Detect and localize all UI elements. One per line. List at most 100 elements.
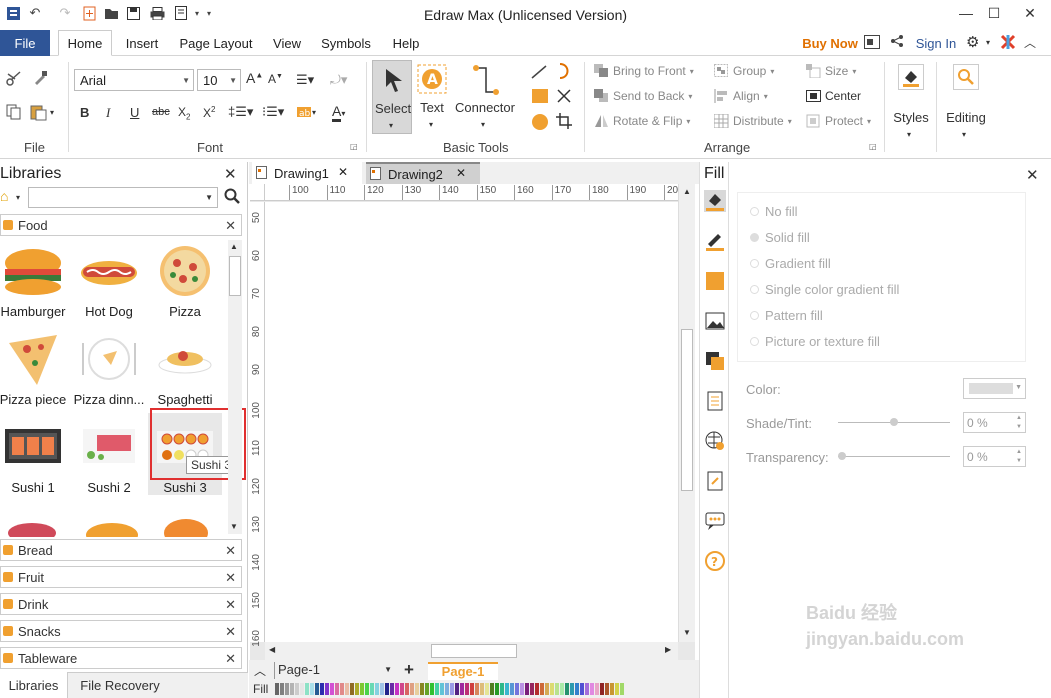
- tab-file-recovery[interactable]: File Recovery: [72, 672, 168, 698]
- italic-icon[interactable]: I: [106, 105, 110, 121]
- editing-button[interactable]: Editing ▾: [940, 62, 992, 142]
- tab-page-layout[interactable]: Page Layout: [173, 30, 259, 56]
- tab-drawing1[interactable]: Drawing1 ✕: [252, 162, 362, 184]
- format-painter-icon[interactable]: [32, 70, 48, 89]
- shape-hot-dog[interactable]: Hot Dog: [72, 237, 146, 319]
- drawing-page[interactable]: [265, 202, 678, 642]
- tab-help[interactable]: Help: [386, 30, 426, 56]
- library-category-food[interactable]: Food ✕: [0, 214, 242, 236]
- crop-tool-icon[interactable]: [556, 113, 572, 132]
- increase-font-icon[interactable]: A▲: [246, 70, 263, 86]
- close-panel-icon[interactable]: ✕: [224, 165, 237, 183]
- paste-dropdown-icon[interactable]: ▾: [50, 108, 54, 117]
- layers-panel-button[interactable]: [704, 350, 726, 372]
- color-swatches[interactable]: [275, 683, 630, 695]
- sign-in-link[interactable]: Sign In: [912, 30, 960, 56]
- scroll-right-icon[interactable]: ▶: [665, 645, 671, 654]
- library-category-fruit[interactable]: Fruit ✕: [0, 566, 242, 588]
- close-fill-panel-icon[interactable]: ✕: [1026, 166, 1039, 184]
- collapse-ribbon-icon[interactable]: ︿: [1024, 34, 1036, 51]
- transparency-value-input[interactable]: 0 % ▲ ▼: [963, 446, 1026, 467]
- font-size-select[interactable]: 10 ▼: [197, 69, 241, 91]
- scroll-up-icon[interactable]: ▲: [683, 187, 691, 196]
- file-menu-button[interactable]: File: [0, 30, 50, 56]
- scroll-thumb[interactable]: [681, 329, 693, 491]
- comment-panel-button[interactable]: [704, 510, 726, 532]
- send-to-back-button[interactable]: Send to Back ▾: [594, 89, 692, 103]
- cross-tool-icon[interactable]: [556, 88, 572, 107]
- text-direction-icon[interactable]: ⤾▾: [330, 72, 347, 88]
- tab-view[interactable]: View: [265, 30, 309, 56]
- help-panel-button[interactable]: ?: [704, 550, 726, 572]
- size-button[interactable]: Size ▾: [806, 64, 856, 78]
- shape-pizza-piece[interactable]: Pizza piece: [0, 325, 70, 407]
- close-category-icon[interactable]: ✕: [225, 218, 236, 234]
- account-card-icon[interactable]: [864, 35, 880, 52]
- add-page-icon[interactable]: +: [404, 660, 414, 680]
- scroll-thumb[interactable]: [229, 256, 241, 296]
- home-icon[interactable]: ⌂: [0, 188, 8, 204]
- line-tool-icon[interactable]: [530, 64, 548, 83]
- image-panel-button[interactable]: [704, 310, 726, 332]
- tab-insert[interactable]: Insert: [116, 30, 168, 56]
- transparency-slider[interactable]: [838, 452, 950, 460]
- canvas-vertical-scrollbar[interactable]: ▲ ▼: [678, 184, 695, 642]
- select-tool-button[interactable]: Select ▾: [372, 60, 412, 134]
- share-icon[interactable]: [890, 34, 904, 51]
- distribute-button[interactable]: Distribute ▾: [714, 114, 792, 128]
- slider-handle[interactable]: [890, 418, 898, 426]
- bullet-list-icon[interactable]: ⁝☰▾: [262, 104, 284, 120]
- scroll-thumb[interactable]: [431, 644, 517, 658]
- attachment-panel-button[interactable]: [704, 470, 726, 492]
- font-color-icon[interactable]: A▾: [332, 103, 345, 122]
- underline-icon[interactable]: U: [130, 105, 139, 120]
- bold-icon[interactable]: B: [80, 105, 89, 120]
- page-select[interactable]: Page-1 ▼: [274, 662, 394, 679]
- shade-slider[interactable]: [838, 418, 950, 426]
- scroll-up-icon[interactable]: ▲: [230, 242, 238, 251]
- maximize-icon[interactable]: ☐: [980, 2, 1008, 24]
- close-category-icon[interactable]: ✕: [225, 570, 236, 586]
- group-button[interactable]: Group ▾: [714, 64, 774, 78]
- spinner-icon[interactable]: ▲ ▼: [1016, 414, 1022, 432]
- close-category-icon[interactable]: ✕: [225, 543, 236, 559]
- buy-now-link[interactable]: Buy Now: [800, 30, 860, 56]
- settings-gear-icon[interactable]: ⚙: [966, 33, 979, 51]
- arc-tool-icon[interactable]: [556, 62, 572, 83]
- library-category-snacks[interactable]: Snacks ✕: [0, 620, 242, 642]
- ellipse-tool-icon[interactable]: [532, 114, 548, 130]
- strikethrough-icon[interactable]: abc: [152, 106, 170, 118]
- canvas-horizontal-scrollbar[interactable]: ◀ ▶: [265, 642, 678, 660]
- close-tab-icon[interactable]: ✕: [338, 165, 348, 179]
- scroll-down-icon[interactable]: ▼: [683, 628, 691, 637]
- close-window-icon[interactable]: ✕: [1016, 2, 1044, 24]
- shape-pizza-dinner[interactable]: Pizza dinn...: [72, 325, 146, 407]
- text-tool-button[interactable]: A Text ▾: [414, 64, 450, 134]
- align-button[interactable]: Align ▾: [714, 89, 768, 103]
- shape-pizza[interactable]: Pizza: [148, 237, 222, 319]
- library-category-tableware[interactable]: Tableware ✕: [0, 647, 242, 669]
- copy-icon[interactable]: [6, 104, 22, 123]
- shape-sushi-1[interactable]: Sushi 1: [0, 413, 70, 495]
- scroll-down-icon[interactable]: ▼: [230, 522, 238, 531]
- fill-option-pattern[interactable]: Pattern fill: [750, 308, 823, 323]
- font-name-select[interactable]: Arial ▼: [74, 69, 194, 91]
- rotate-flip-button[interactable]: Rotate & Flip ▾: [594, 114, 690, 128]
- line-spacing-icon[interactable]: ‡☰▾: [228, 104, 253, 120]
- page-tab[interactable]: Page-1: [428, 662, 498, 680]
- close-category-icon[interactable]: ✕: [225, 624, 236, 640]
- edraw-brand-icon[interactable]: [1000, 34, 1016, 53]
- tab-symbols[interactable]: Symbols: [314, 30, 378, 56]
- tab-libraries[interactable]: Libraries: [0, 672, 68, 698]
- fill-option-gradient[interactable]: Gradient fill: [750, 256, 831, 271]
- align-text-icon[interactable]: ☰▾: [296, 72, 314, 88]
- shape-spaghetti[interactable]: Spaghetti: [148, 325, 222, 407]
- fill-option-no-fill[interactable]: No fill: [750, 204, 798, 219]
- shape-hamburger[interactable]: Hamburger: [0, 237, 70, 319]
- scroll-left-icon[interactable]: ◀: [269, 645, 275, 654]
- library-search-input[interactable]: ▼: [28, 187, 218, 208]
- close-category-icon[interactable]: ✕: [225, 651, 236, 667]
- shadow-panel-button[interactable]: [704, 270, 726, 292]
- hyperlink-panel-button[interactable]: [704, 430, 726, 452]
- minimize-icon[interactable]: —: [952, 2, 980, 24]
